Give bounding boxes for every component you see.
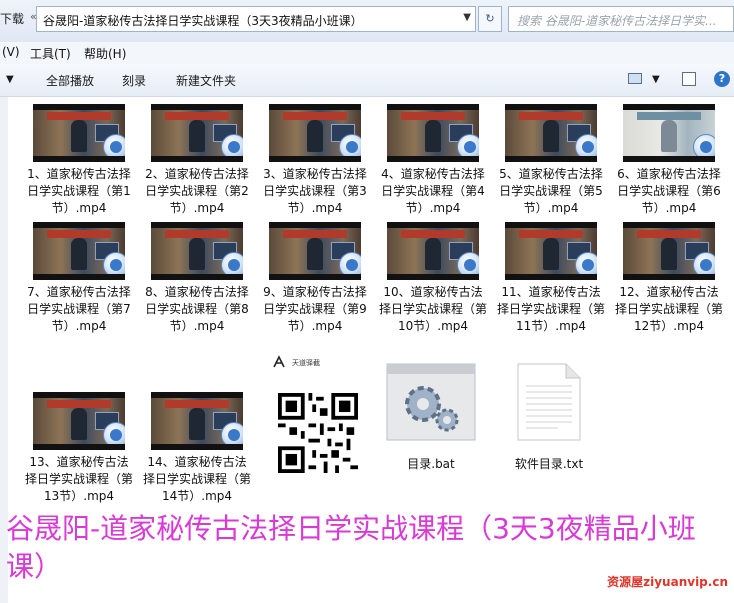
- watermark: 资源屋ziyuanvip.cn: [607, 575, 728, 589]
- chevron-down-icon[interactable]: ▼: [463, 12, 471, 23]
- menu-item-help[interactable]: 帮助(H): [84, 45, 126, 62]
- media-player-icon: [221, 134, 243, 156]
- file-item-video[interactable]: 1、道家秘传古法择日学实战课程（第1节）.mp4: [24, 104, 134, 217]
- video-thumbnail: [269, 104, 361, 162]
- file-name: 5、道家秘传古法择日学实战课程（第5节）.mp4: [499, 167, 603, 215]
- file-item-video[interactable]: 4、道家秘传古法择日学实战课程（第4节）.mp4: [378, 104, 488, 217]
- file-item-video[interactable]: 8、道家秘传古法择日学实战课程（第8节）.mp4: [142, 222, 252, 335]
- media-player-icon: [575, 134, 597, 156]
- file-item-video[interactable]: 10、道家秘传古法择日学实战课程（第10节）.mp4: [378, 222, 488, 335]
- media-player-icon: [103, 252, 125, 274]
- media-player-icon: [575, 252, 597, 274]
- refresh-icon: ↻: [485, 12, 495, 25]
- file-name: 目录.bat: [407, 457, 455, 471]
- refresh-button[interactable]: ↻: [478, 6, 502, 32]
- search-placeholder: 搜索 谷晟阳-道家秘传古法择日学实...: [517, 14, 717, 28]
- file-name: 9、道家秘传古法择日学实战课程（第9节）.mp4: [263, 285, 367, 333]
- file-item-video[interactable]: 2、道家秘传古法择日学实战课程（第2节）.mp4: [142, 104, 252, 217]
- file-name: 软件目录.txt: [514, 457, 584, 471]
- video-thumbnail: [387, 104, 479, 162]
- address-input[interactable]: 谷晟阳-道家秘传古法择日学实战课程（3天3夜精品小班课） ▼: [36, 6, 476, 32]
- address-bar-region: 下载 « 谷晟阳-道家秘传古法择日学实战课程（3天3夜精品小班课） ▼ ↻ 搜索…: [0, 0, 734, 43]
- video-thumbnail: [33, 104, 125, 162]
- file-name: 2、道家秘传古法择日学实战课程（第2节）.mp4: [145, 167, 249, 215]
- video-thumbnail: [623, 104, 715, 162]
- menu-item-tools[interactable]: 工具(T): [30, 45, 71, 62]
- video-thumbnail: [151, 104, 243, 162]
- file-name: 1、道家秘传古法择日学实战课程（第1节）.mp4: [27, 167, 131, 215]
- file-name: 11、道家秘传古法择日学实战课程（第11节）.mp4: [496, 285, 605, 333]
- video-thumbnail: [505, 104, 597, 162]
- video-thumbnail: [269, 222, 361, 280]
- file-name: 13、道家秘传古法择日学实战课程（第13节）.mp4: [24, 455, 133, 503]
- file-name: 3、道家秘传古法择日学实战课程（第3节）.mp4: [263, 167, 367, 215]
- play-all-button[interactable]: 全部播放: [46, 72, 94, 89]
- view-dropdown-icon[interactable]: ▼: [652, 74, 660, 85]
- media-player-icon: [103, 134, 125, 156]
- media-player-icon: [693, 134, 715, 156]
- file-name: 12、道家秘传古法择日学实战课程（第12节）.mp4: [614, 285, 723, 333]
- video-thumbnail: [505, 222, 597, 280]
- file-item-bat[interactable]: 目录.bat: [376, 362, 486, 473]
- file-item-video[interactable]: 9、道家秘传古法择日学实战课程（第9节）.mp4: [260, 222, 370, 335]
- new-folder-button[interactable]: 新建文件夹: [176, 72, 236, 89]
- address-path: 谷晟阳-道家秘传古法择日学实战课程（3天3夜精品小班课）: [43, 14, 363, 28]
- file-name: 4、道家秘传古法择日学实战课程（第4节）.mp4: [381, 167, 485, 215]
- media-player-icon: [103, 422, 125, 444]
- media-player-icon: [221, 422, 243, 444]
- toolbar-dropdown-icon[interactable]: ▼: [6, 74, 14, 85]
- logo-icon: [273, 355, 285, 368]
- file-name: 14、道家秘传古法择日学实战课程（第14节）.mp4: [142, 455, 251, 503]
- file-name: 10、道家秘传古法择日学实战课程（第10节）.mp4: [378, 285, 487, 333]
- file-item-txt[interactable]: 软件目录.txt: [494, 362, 604, 473]
- video-thumbnail: [33, 392, 125, 450]
- qr-code-icon: [278, 393, 358, 473]
- command-toolbar: ▼ 全部播放 刻录 新建文件夹 ▼ ?: [0, 64, 734, 97]
- menu-bar: (V) 工具(T) 帮助(H): [0, 42, 734, 65]
- file-item-video[interactable]: 13、道家秘传古法择日学实战课程（第13节）.mp4: [24, 392, 134, 505]
- media-player-icon: [221, 252, 243, 274]
- media-player-icon: [339, 134, 361, 156]
- burn-button[interactable]: 刻录: [122, 72, 146, 89]
- menu-item-view[interactable]: (V): [2, 45, 20, 59]
- file-item-video[interactable]: 14、道家秘传古法择日学实战课程（第14节）.mp4: [142, 392, 252, 505]
- search-input[interactable]: 搜索 谷晟阳-道家秘传古法择日学实...: [508, 6, 734, 32]
- video-thumbnail: [151, 222, 243, 280]
- media-player-icon: [339, 252, 361, 274]
- file-name: 6、道家秘传古法择日学实战课程（第6节）.mp4: [617, 167, 721, 215]
- video-thumbnail: [151, 392, 243, 450]
- file-name: 8、道家秘传古法择日学实战课程（第8节）.mp4: [145, 285, 249, 333]
- media-player-icon: [457, 134, 479, 156]
- qr-title: 天道驿截: [292, 359, 320, 367]
- media-player-icon: [457, 252, 479, 274]
- file-item-video[interactable]: 11、道家秘传古法择日学实战课程（第11节）.mp4: [496, 222, 606, 335]
- file-item-video[interactable]: 7、道家秘传古法择日学实战课程（第7节）.mp4: [24, 222, 134, 335]
- video-thumbnail: [33, 222, 125, 280]
- file-item-video[interactable]: 5、道家秘传古法择日学实战课程（第5节）.mp4: [496, 104, 606, 217]
- video-thumbnail: [387, 222, 479, 280]
- file-item-video[interactable]: 12、道家秘传古法择日学实战课程（第12节）.mp4: [614, 222, 724, 335]
- help-icon[interactable]: ?: [714, 71, 730, 87]
- gear-icon: [386, 363, 476, 441]
- file-item-video[interactable]: 6、道家秘传古法择日学实战课程（第6节）.mp4: [614, 104, 724, 217]
- file-item-qr-image[interactable]: 天道驿截: [270, 355, 366, 485]
- file-item-video[interactable]: 3、道家秘传古法择日学实战课程（第3节）.mp4: [260, 104, 370, 217]
- video-thumbnail: [623, 222, 715, 280]
- view-mode-icon[interactable]: [628, 73, 642, 84]
- media-player-icon: [693, 252, 715, 274]
- text-document-icon: [517, 363, 581, 441]
- file-name: 7、道家秘传古法择日学实战课程（第7节）.mp4: [27, 285, 131, 333]
- preview-pane-icon[interactable]: [682, 72, 696, 86]
- address-left-fragment: 下载: [0, 12, 25, 26]
